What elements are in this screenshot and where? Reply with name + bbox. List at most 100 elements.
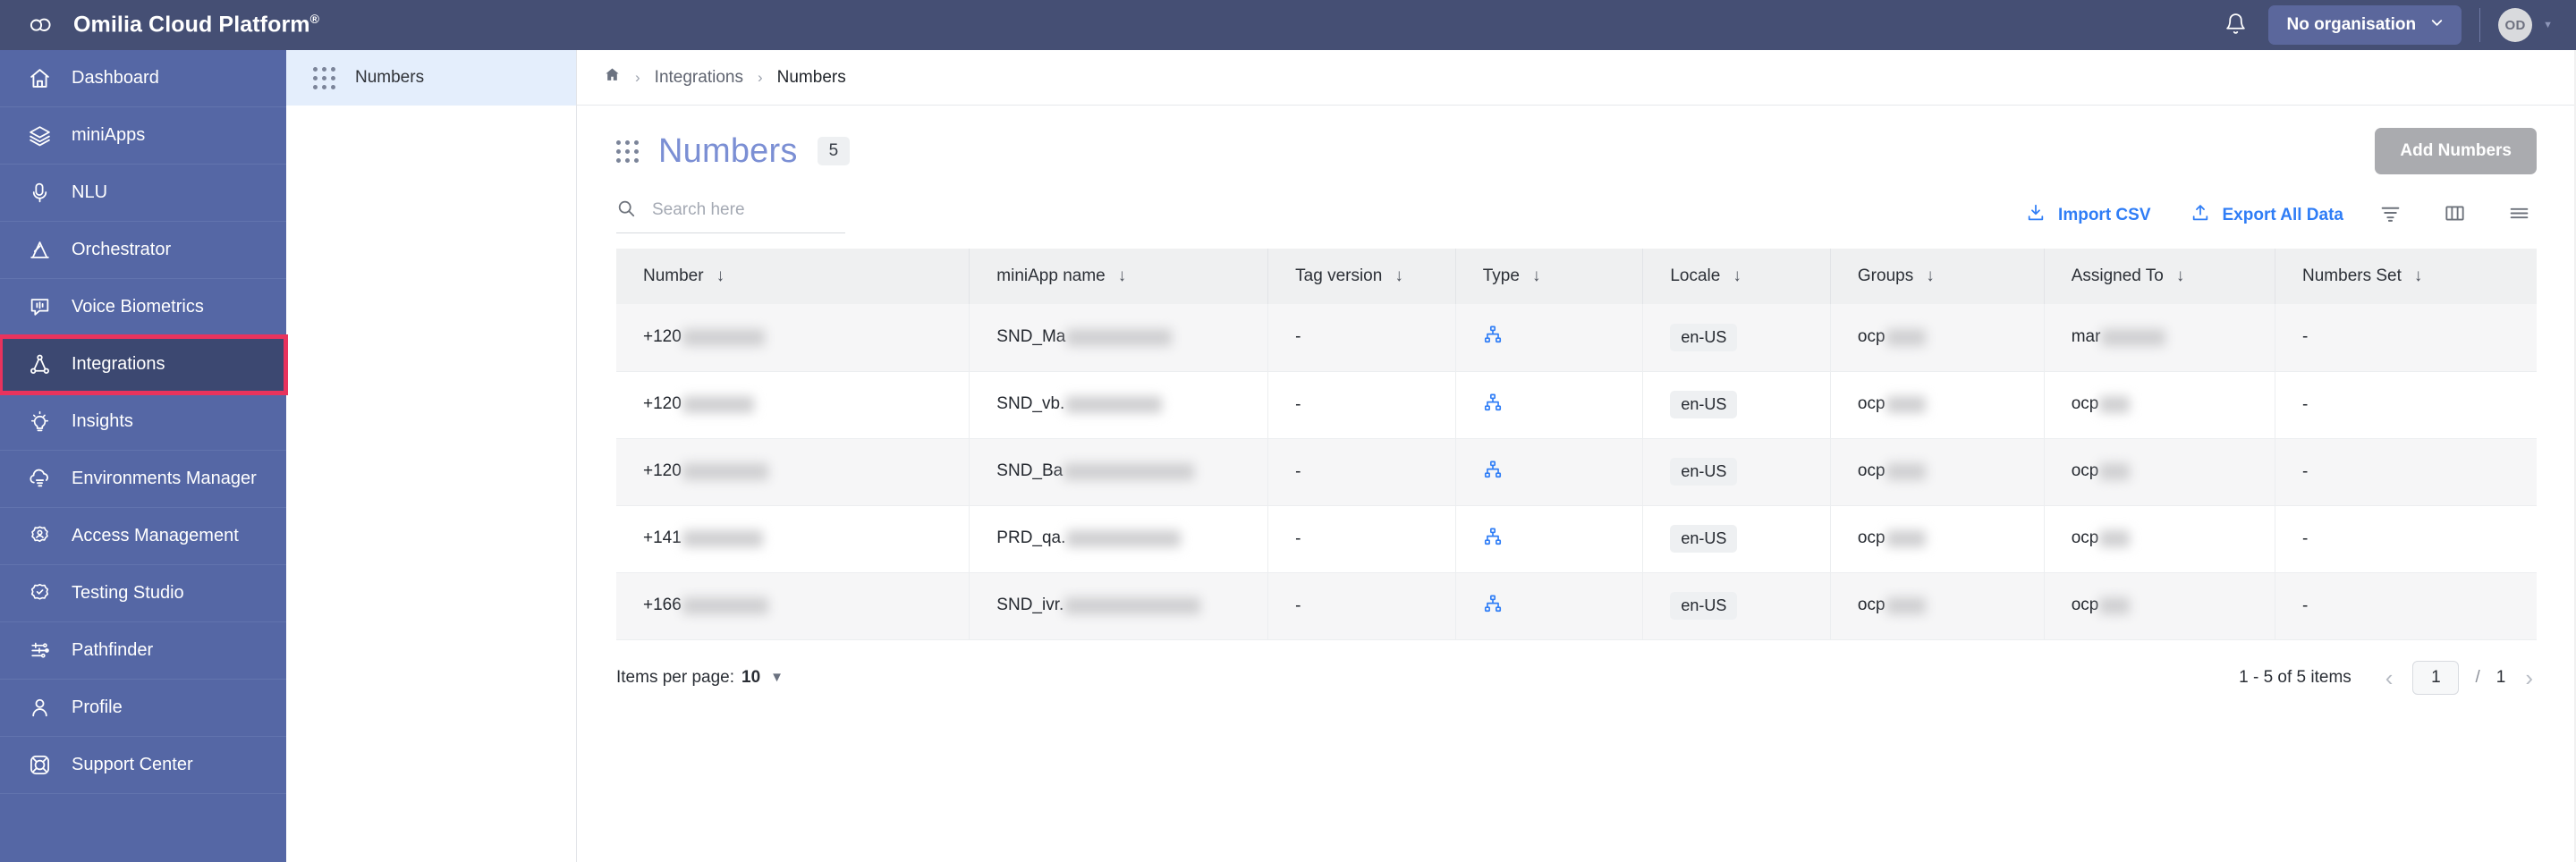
sidebar-item-support-center[interactable]: Support Center [0,737,286,794]
cell-locale: en-US [1642,304,1831,372]
breadcrumb-home-icon[interactable] [604,66,621,89]
column-header-numbers-set[interactable]: Numbers Set ↓ [2275,249,2537,304]
breadcrumb-item-integrations[interactable]: Integrations [655,68,743,88]
orchestrator-icon [27,238,52,263]
table-row[interactable]: +141 PRD_qa. - en-US ocp ocp - [616,505,2537,573]
avatar-caret-down-icon[interactable]: ▼ [2543,20,2553,30]
cell-groups: ocp [1830,505,2045,573]
column-header-type[interactable]: Type ↓ [1455,249,1644,304]
sort-down-arrow-icon[interactable]: ↓ [1926,266,1935,286]
voice-wave-icon [27,295,52,320]
organisation-selector[interactable]: No organisation [2268,5,2462,45]
download-icon [2026,203,2046,228]
sidebar-item-testing-studio[interactable]: Testing Studio [0,565,286,622]
table-row[interactable]: +120 SND_vb. - en-US ocp ocp - [616,371,2537,439]
layers-icon [27,123,52,148]
cell-tag-version: - [1267,505,1456,573]
cell-assigned-to: ocp [2044,438,2276,506]
filter-button[interactable] [2372,198,2408,233]
search-input[interactable] [652,200,845,220]
sidebar-item-dashboard[interactable]: Dashboard [0,50,286,107]
import-csv-button[interactable]: Import CSV [2026,203,2151,228]
locale-chip: en-US [1670,458,1738,486]
page-drag-handle-grid-dots-icon[interactable] [616,139,639,163]
groups-prefix: ocp [1857,528,1885,548]
list-menu-button[interactable] [2501,198,2537,233]
sidebar-item-label: Orchestrator [72,240,172,259]
lifebuoy-icon [27,753,52,778]
notifications-button[interactable] [2215,4,2256,46]
redacted-text [1066,328,1173,346]
cell-groups: ocp [1830,371,2045,439]
add-numbers-button[interactable]: Add Numbers [2375,128,2537,174]
items-per-page-selector[interactable]: Items per page: 10 ▼ [616,668,784,688]
sort-down-arrow-icon[interactable]: ↓ [716,266,725,286]
column-header-assigned-to[interactable]: Assigned To ↓ [2044,249,2276,304]
sort-down-arrow-icon[interactable]: ↓ [1733,266,1741,286]
column-header-groups[interactable]: Groups ↓ [1830,249,2045,304]
table-footer: Items per page: 10 ▼ 1 - 5 of 5 items ‹ … [616,640,2537,715]
body-wrapper: Dashboard miniApps NLU Orchestrator Voic… [0,50,2576,862]
sidebar-item-integrations[interactable]: Integrations [0,334,288,395]
column-header-tag-version[interactable]: Tag version ↓ [1267,249,1456,304]
sort-down-arrow-icon[interactable]: ↓ [2176,266,2185,286]
sidebar-item-nlu[interactable]: NLU [0,165,286,222]
cell-groups: ocp [1830,572,2045,640]
table-row[interactable]: +120 SND_Ba - en-US ocp ocp - [616,438,2537,506]
redacted-text [1063,462,1195,480]
table-toolbar: Import CSV Export All Data [616,182,2537,249]
columns-icon [2444,202,2466,229]
content-column: › Integrations › Numbers Numbers 5 Add N… [577,50,2576,862]
columns-button[interactable] [2436,198,2472,233]
sidebar-item-voice-biometrics[interactable]: Voice Biometrics [0,279,286,336]
avatar[interactable]: OD [2498,8,2533,42]
column-label: Groups [1857,266,1914,285]
caret-down-icon[interactable]: ▼ [770,670,784,685]
sort-down-arrow-icon[interactable]: ↓ [1394,266,1403,286]
column-header-locale[interactable]: Locale ↓ [1642,249,1831,304]
upload-icon [2190,203,2210,228]
sort-down-arrow-icon[interactable]: ↓ [1118,266,1127,286]
cell-assigned-to: ocp [2044,572,2276,640]
sidebar-item-label: Environments Manager [72,469,257,488]
search-box[interactable] [616,199,845,233]
export-all-data-button[interactable]: Export All Data [2190,203,2343,228]
brand[interactable]: Omilia Cloud Platform® [27,9,319,41]
sidebar-item-label: Testing Studio [72,583,184,603]
column-header-miniapp-name[interactable]: miniApp name ↓ [969,249,1269,304]
sidebar-item-label: Integrations [72,354,165,374]
sidebar-item-label: Profile [72,697,123,717]
cell-miniapp-name: SND_ivr. [969,572,1269,640]
redacted-text [1885,529,1926,547]
page-number-input[interactable] [2412,660,2460,695]
sidebar-item-access-management[interactable]: Access Management [0,508,286,565]
sidebar-item-pathfinder[interactable]: Pathfinder [0,622,286,680]
number-prefix: +120 [643,461,682,481]
sidebar-item-environments-manager[interactable]: Environments Manager [0,451,286,508]
sort-down-arrow-icon[interactable]: ↓ [1532,266,1541,286]
registered-mark: ® [309,12,320,27]
sidebar-item-profile[interactable]: Profile [0,680,286,737]
column-label: miniApp name [996,266,1106,285]
cell-assigned-to: mar [2044,304,2276,372]
sidebar-item-insights[interactable]: Insights [0,393,286,451]
cell-groups: ocp [1830,438,2045,506]
chevron-right-icon[interactable]: › [2521,666,2537,689]
chevron-left-icon[interactable]: ‹ [2382,666,2397,689]
sort-down-arrow-icon[interactable]: ↓ [2414,266,2423,286]
cell-type [1455,572,1644,640]
omilia-cloud-logo-icon [27,9,59,41]
table-row[interactable]: +120 SND_Ma - en-US ocp mar - [616,304,2537,372]
column-header-number[interactable]: Number ↓ [616,249,970,304]
bell-icon [2224,13,2247,38]
cell-assigned-to: ocp [2044,371,2276,439]
cell-miniapp-name: SND_vb. [969,371,1269,439]
subpanel-item-numbers[interactable]: Numbers [286,50,576,106]
sidebar-item-orchestrator[interactable]: Orchestrator [0,222,286,279]
brand-name: Omilia Cloud Platform® [73,12,320,38]
top-bar: Omilia Cloud Platform® No organisation O… [0,0,2576,50]
column-label: Type [1482,266,1520,285]
table-row[interactable]: +166 SND_ivr. - en-US ocp ocp - [616,572,2537,640]
sidebar-item-miniapps[interactable]: miniApps [0,107,286,165]
cell-locale: en-US [1642,371,1831,439]
